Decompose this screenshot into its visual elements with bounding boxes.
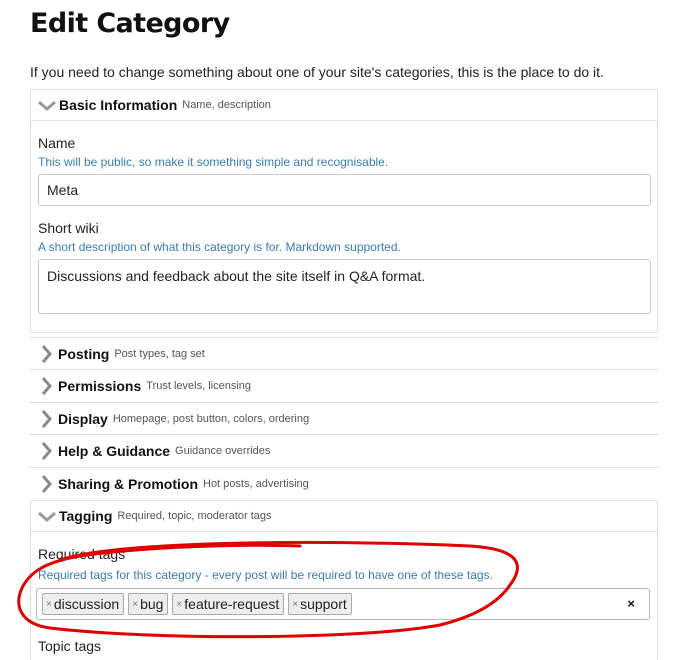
chevron-down-icon — [37, 507, 57, 525]
section-subtitle: Guidance overrides — [175, 444, 271, 457]
tag-label: support — [300, 596, 347, 612]
section-subtitle: Name, description — [182, 99, 271, 111]
remove-tag-icon[interactable]: × — [292, 599, 298, 610]
tagging-panel: Tagging Required, topic, moderator tags … — [30, 500, 658, 660]
chevron-right-icon — [36, 441, 56, 460]
tag-label: bug — [140, 596, 164, 612]
section-subtitle: Post types, tag set — [114, 347, 205, 360]
page-intro: If you need to change something about on… — [30, 64, 604, 80]
basic-information-panel: Basic Information Name, description Name… — [30, 89, 658, 333]
name-help: This will be public, so make it somethin… — [38, 155, 389, 169]
name-field[interactable]: Meta — [38, 174, 651, 206]
section-subtitle: Hot posts, advertising — [203, 477, 309, 490]
section-title: Permissions — [58, 377, 142, 394]
chevron-right-icon — [36, 344, 56, 363]
tag-label: discussion — [53, 596, 120, 612]
section-title: Display — [58, 410, 108, 427]
required-tags-label: Required tags — [38, 546, 126, 562]
tagging-header[interactable]: Tagging Required, topic, moderator tags — [31, 501, 657, 532]
permissions-section[interactable]: Permissions Trust levels, licensing — [30, 369, 658, 401]
section-subtitle: Required, topic, moderator tags — [117, 510, 272, 522]
sharing-promotion-section[interactable]: Sharing & Promotion Hot posts, advertisi… — [30, 467, 658, 499]
short-wiki-help: A short description of what this categor… — [38, 240, 401, 254]
tag-chip: × feature-request — [172, 593, 285, 615]
section-subtitle: Trust levels, licensing — [146, 379, 252, 392]
section-subtitle: Homepage, post button, colors, ordering — [112, 412, 310, 425]
section-title: Help & Guidance — [58, 442, 171, 459]
chevron-right-icon — [36, 376, 56, 395]
section-title: Posting — [58, 345, 110, 362]
clear-tags-icon[interactable]: × — [627, 596, 635, 611]
posting-section[interactable]: Posting Post types, tag set — [30, 337, 658, 369]
basic-information-header[interactable]: Basic Information Name, description — [31, 90, 657, 121]
tag-chip: × discussion — [42, 593, 125, 615]
required-tags-help: Required tags for this category - every … — [38, 568, 493, 582]
chevron-down-icon — [37, 96, 57, 114]
help-guidance-section[interactable]: Help & Guidance Guidance overrides — [30, 434, 658, 466]
short-wiki-textarea[interactable]: Discussions and feedback about the site … — [38, 259, 651, 314]
remove-tag-icon[interactable]: × — [176, 599, 182, 610]
remove-tag-icon[interactable]: × — [132, 599, 138, 610]
page-title: Edit Category — [30, 8, 230, 39]
required-tags-select[interactable]: × discussion × bug × feature-request × suppo… — [36, 588, 650, 620]
remove-tag-icon[interactable]: × — [46, 599, 52, 610]
short-wiki-label: Short wiki — [38, 220, 99, 236]
section-title: Basic Information — [59, 97, 178, 113]
display-section[interactable]: Display Homepage, post button, colors, o… — [30, 402, 658, 434]
tag-chip: × support — [288, 593, 352, 615]
name-label: Name — [38, 135, 76, 151]
section-title: Sharing & Promotion — [58, 475, 198, 492]
chevron-right-icon — [36, 409, 56, 428]
topic-tags-label: Topic tags — [38, 638, 102, 654]
tag-label: feature-request — [184, 596, 280, 612]
chevron-right-icon — [36, 474, 56, 493]
section-title: Tagging — [59, 508, 113, 524]
tag-chip: × bug — [128, 593, 169, 615]
